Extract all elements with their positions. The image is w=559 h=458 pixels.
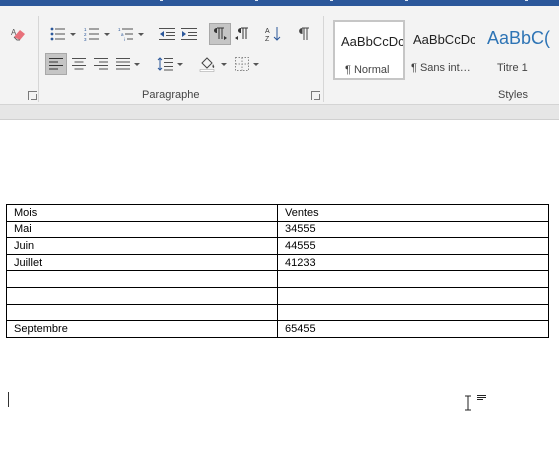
eraser-icon: A (11, 28, 25, 41)
style-name: ¶ Sans int… (411, 62, 471, 74)
align-center-button[interactable] (68, 53, 90, 75)
document-table[interactable]: Mois Ventes Mai 34555 Juin 44555 Juillet 41233 S… (6, 204, 549, 338)
style-preview: AaBbC( (487, 28, 551, 48)
multilevel-list-button[interactable]: 1 a i (116, 23, 146, 45)
svg-text:Z: Z (265, 36, 270, 42)
table-row[interactable]: Mois Ventes (6, 204, 549, 222)
right-to-left-icon (235, 27, 248, 40)
decrease-indent-icon (159, 28, 175, 40)
multilevel-list-icon: 1 a i (118, 27, 133, 41)
ibeam-cursor-icon (465, 395, 486, 411)
style-heading-1[interactable]: AaBbC( Titre 1 (481, 20, 553, 80)
decrease-indent-button[interactable] (156, 23, 178, 45)
table-cell-month[interactable] (6, 270, 278, 288)
table-cell-month[interactable]: Mai (6, 220, 278, 239)
svg-text:i: i (124, 37, 125, 41)
align-center-icon (72, 58, 86, 70)
group-separator (323, 16, 324, 102)
table-cell-sales[interactable]: 44555 (277, 237, 549, 255)
align-right-icon (94, 58, 108, 70)
justify-button[interactable] (113, 53, 143, 75)
group-separator (38, 16, 39, 102)
table-cell-sales[interactable] (277, 303, 549, 322)
numbering-button[interactable]: 1 2 3 (82, 23, 112, 45)
ruler-area (0, 104, 559, 120)
left-to-right-icon (214, 27, 227, 40)
text-cursor (8, 392, 9, 407)
table-row[interactable]: Juillet 41233 (6, 253, 549, 272)
svg-text:3: 3 (84, 37, 87, 41)
style-preview: AaBbCcDc (413, 32, 475, 47)
word-window: A 1 2 3 1 a i A Z Paragraphe AaBbCcDc ¶ … (0, 0, 559, 458)
table-cell-sales[interactable]: 65455 (277, 320, 549, 338)
styles-group-label: Styles (498, 89, 528, 101)
sort-button[interactable]: A Z (262, 23, 284, 45)
table-cell-month[interactable] (6, 303, 278, 322)
svg-text:A: A (265, 28, 270, 35)
table-cell-sales[interactable] (277, 270, 549, 288)
style-normal[interactable]: AaBbCcDc ¶ Normal (333, 20, 405, 80)
table-cell-sales[interactable]: 41233 (277, 253, 549, 272)
table-row[interactable]: Juin 44555 (6, 237, 549, 255)
table-cell-month[interactable]: Septembre (6, 320, 278, 338)
line-spacing-icon (157, 57, 173, 71)
table-row[interactable] (6, 286, 549, 305)
styles-gallery: AaBbCcDc ¶ Normal AaBbCcDc ¶ Sans int… A… (333, 20, 559, 80)
svg-text:A: A (11, 28, 17, 37)
bullet-list-icon (50, 27, 65, 41)
style-preview: AaBbCcDc (341, 34, 403, 49)
style-no-spacing[interactable]: AaBbCcDc ¶ Sans int… (407, 20, 479, 80)
table-cell-month[interactable]: Juin (6, 237, 278, 255)
table-cell-month[interactable]: Juillet (6, 253, 278, 272)
shading-button[interactable] (197, 53, 229, 75)
style-name: ¶ Normal (345, 64, 390, 76)
align-left-icon (49, 58, 63, 70)
pilcrow-icon (299, 27, 309, 40)
mouse-ibeam-cursor (464, 395, 486, 411)
table-row[interactable]: Septembre 65455 (6, 320, 549, 338)
borders-icon (235, 57, 249, 71)
justify-icon (116, 58, 130, 70)
table-cell-sales[interactable]: 34555 (277, 220, 549, 239)
sort-az-icon: A Z (265, 27, 281, 42)
ribbon-home: A 1 2 3 1 a i A Z Paragraphe AaBbCcDc ¶ … (0, 6, 559, 104)
table-cell-month[interactable] (6, 286, 278, 305)
table-row[interactable]: Mai 34555 (6, 220, 549, 239)
clear-formatting-button[interactable]: A (8, 23, 30, 45)
font-dialog-launcher[interactable] (28, 91, 37, 100)
right-to-left-button[interactable] (231, 23, 253, 45)
align-right-button[interactable] (90, 53, 112, 75)
table-cell-month[interactable]: Mois (6, 204, 278, 222)
paragraph-group-label: Paragraphe (142, 89, 200, 101)
style-name: Titre 1 (497, 62, 528, 74)
numbered-list-icon: 1 2 3 (84, 27, 99, 41)
line-spacing-button[interactable] (155, 53, 185, 75)
left-to-right-button[interactable] (209, 23, 231, 45)
table-row[interactable] (6, 303, 549, 322)
paragraph-dialog-launcher[interactable] (311, 91, 320, 100)
table-row[interactable] (6, 270, 549, 288)
align-left-button[interactable] (45, 53, 67, 75)
table-cell-sales[interactable]: Ventes (277, 204, 549, 222)
show-formatting-marks-button[interactable] (293, 23, 315, 45)
paint-bucket-icon (199, 57, 215, 72)
increase-indent-button[interactable] (178, 23, 200, 45)
borders-button[interactable] (231, 53, 263, 75)
table-cell-sales[interactable] (277, 286, 549, 305)
bullets-button[interactable] (48, 23, 78, 45)
increase-indent-icon (181, 28, 197, 40)
